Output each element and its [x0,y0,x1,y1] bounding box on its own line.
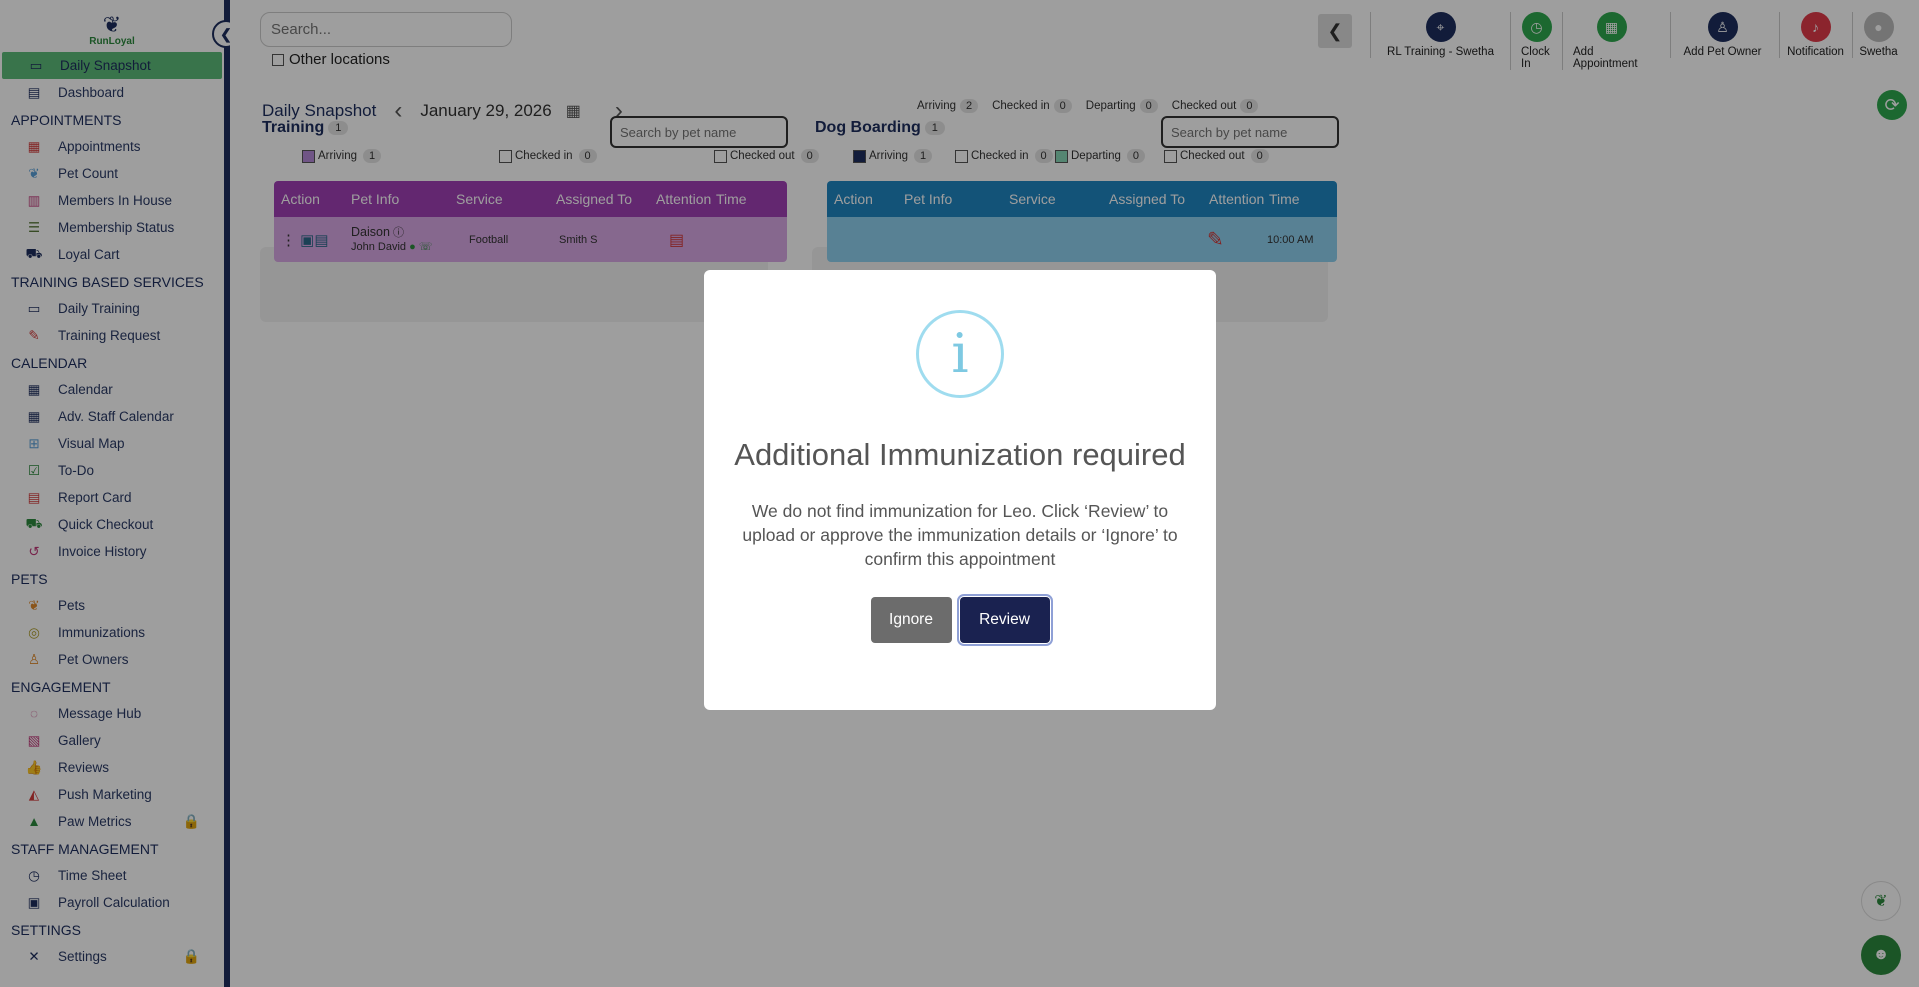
modal-title: Additional Immunization required [734,437,1186,472]
review-button[interactable]: Review [956,594,1053,646]
ignore-button[interactable]: Ignore [870,597,952,643]
modal-message: We do not find immunization for Leo. Cli… [742,501,1178,569]
info-icon: i [916,310,1004,398]
immunization-modal: i Additional Immunization required We do… [704,270,1216,710]
app-root: ❦ RunLoyal ▭ Daily Snapshot ▤ Dashboard APPO… [0,0,1919,987]
modal-buttons: Ignore Review [704,594,1216,646]
